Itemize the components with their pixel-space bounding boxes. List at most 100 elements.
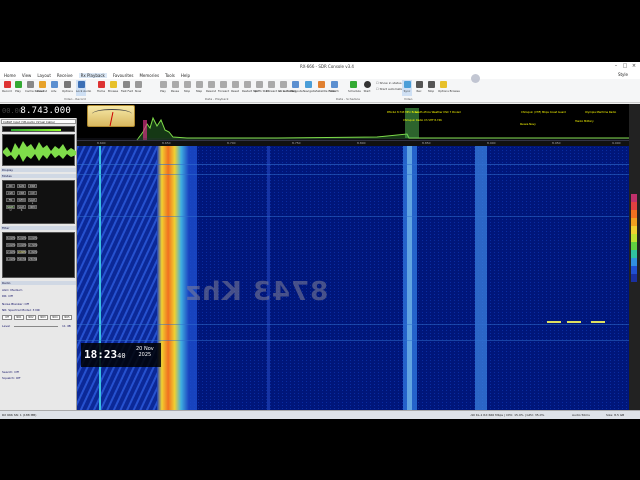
options-button[interactable]: Options bbox=[62, 80, 73, 96]
rewind-button[interactable]: Rewind bbox=[37, 80, 47, 96]
mode-sam-button[interactable]: SAM bbox=[17, 184, 26, 188]
nr-off-button[interactable]: Off bbox=[2, 315, 12, 320]
nr2-button[interactable]: NR2 bbox=[26, 315, 36, 320]
menu-receive[interactable]: Receive bbox=[57, 73, 73, 78]
slow-button[interactable]: Slow bbox=[133, 80, 143, 96]
nr1-button[interactable]: NR1 bbox=[14, 315, 24, 320]
filter-2-4k-button[interactable]: 2.4kHz bbox=[6, 250, 16, 254]
squelch-status[interactable]: Squelch: Off bbox=[2, 376, 20, 380]
mode-usb-button[interactable]: USB bbox=[17, 191, 26, 195]
spectrum-display[interactable]: RTA-SA 8.743 MHz Bravo South Africa Weat… bbox=[77, 104, 629, 141]
menu-memories[interactable]: Memories bbox=[139, 73, 159, 78]
pause-icon bbox=[171, 81, 179, 88]
navigator-button[interactable]: Navigator bbox=[303, 80, 317, 96]
menu-layout[interactable]: Layout bbox=[37, 73, 51, 78]
video-stop-button[interactable]: Stop bbox=[426, 80, 436, 96]
filter-3-6k-button[interactable]: 3.6kHz bbox=[6, 243, 16, 247]
filter-2-7k-button[interactable]: 2.7kHz bbox=[28, 243, 38, 247]
adv-button[interactable]: Adv. bbox=[49, 80, 59, 96]
color-level-scale[interactable] bbox=[629, 104, 640, 410]
filter-section-header[interactable]: Filter bbox=[1, 226, 76, 230]
filter-5k-button[interactable]: 5.0kHz bbox=[17, 236, 27, 240]
menu-home[interactable]: Home bbox=[4, 73, 16, 78]
mode-sam-u-button[interactable]: SAM-U bbox=[6, 205, 15, 212]
menu-help[interactable]: Help bbox=[181, 73, 190, 78]
compute-button[interactable]: Compute bbox=[290, 80, 303, 96]
satellite-editor-button[interactable]: Satellite Editor bbox=[316, 80, 337, 96]
home-button[interactable]: Home bbox=[96, 80, 106, 96]
filter-4k-button[interactable]: 4.0kHz bbox=[28, 236, 38, 240]
go-to-ending-button[interactable]: Go to Ending bbox=[278, 80, 296, 96]
record-button[interactable]: Record bbox=[2, 80, 12, 96]
pause-button[interactable]: Pause bbox=[170, 80, 180, 96]
agc-setting[interactable]: AGC: Medium bbox=[2, 288, 22, 292]
options-browse-button[interactable]: Options Browse bbox=[438, 80, 460, 96]
mode-sam-l-button[interactable]: SAM-L bbox=[28, 198, 37, 205]
noise-blanker-setting[interactable]: Noise Blanker: Off bbox=[2, 302, 29, 306]
spectrum-label-5[interactable]: Russia Navy bbox=[520, 123, 536, 126]
reset-button[interactable]: Reset bbox=[230, 80, 240, 96]
mode-drm-button[interactable]: DRM bbox=[28, 205, 37, 209]
mode-fm-button[interactable]: FM bbox=[6, 198, 15, 202]
mode-lsb-button[interactable]: LSB bbox=[6, 191, 15, 195]
spectrum-label-6[interactable]: Hanko Military bbox=[575, 120, 594, 123]
filter-250-button[interactable]: 250Hz bbox=[28, 257, 37, 261]
nr4-button[interactable]: NR4 bbox=[50, 315, 60, 320]
browse-button[interactable]: Browse bbox=[108, 80, 118, 96]
nr-setting[interactable]: NR: Spectral Model: 3 NR bbox=[2, 308, 40, 312]
mode-cw-button[interactable]: CW bbox=[28, 191, 37, 195]
start-button[interactable]: Start bbox=[362, 80, 372, 96]
minimize-icon[interactable]: – bbox=[612, 63, 620, 70]
search-button[interactable]: Search bbox=[329, 80, 339, 96]
spectrum-label-7[interactable]: Olympia Maritime Radio bbox=[585, 111, 616, 114]
lock-audio-button[interactable]: Lock Audio bbox=[76, 80, 91, 96]
go-to-start-button[interactable]: Go To Start bbox=[254, 80, 269, 96]
spectrum-label-3[interactable]: Chiloquin Radio Ch VHF 8.746 bbox=[403, 119, 442, 122]
search-status[interactable]: Search: Off bbox=[2, 370, 19, 374]
filter-2-2k-button[interactable]: 2.2kHz bbox=[17, 250, 27, 254]
radio-section-header[interactable]: Radio bbox=[1, 281, 76, 285]
audio-device-select[interactable]: CABLE Input (VB-Audio Virtual Cable) bbox=[1, 119, 76, 124]
nr3-button[interactable]: NR3 bbox=[38, 315, 48, 320]
schedule-button[interactable]: Schedule bbox=[348, 80, 361, 96]
spectrum-label-2[interactable]: South Africa Weather DSC 7 Pooled bbox=[415, 111, 461, 114]
filter-1-8k-button[interactable]: 1.8kHz bbox=[28, 250, 38, 254]
dr-setting[interactable]: DR: Off bbox=[2, 294, 13, 298]
restart-split-button[interactable]: Restart Split bbox=[242, 80, 259, 96]
adv-icon bbox=[50, 81, 58, 88]
filter-3k-button[interactable]: 3.0kHz bbox=[17, 243, 27, 247]
stop-button[interactable]: Stop bbox=[182, 80, 192, 96]
filter-1k-button[interactable]: 1.0kHz bbox=[6, 257, 16, 261]
menu-tools[interactable]: Tools bbox=[165, 73, 175, 78]
play-button[interactable]: Play bbox=[13, 80, 23, 96]
filter-500-button[interactable]: 500Hz bbox=[17, 257, 26, 261]
fast-fwd-button[interactable]: Fast Fwd bbox=[121, 80, 133, 96]
rec-button[interactable]: Rec bbox=[414, 80, 424, 96]
mode-sam-s-button[interactable]: SAM-S bbox=[17, 205, 26, 212]
waterfall-display[interactable]: 8743 Khz bbox=[77, 146, 629, 410]
forward-button[interactable]: Forward bbox=[218, 80, 229, 96]
mode-dsb-button[interactable]: DSB bbox=[28, 184, 37, 188]
maximize-icon[interactable]: □ bbox=[621, 63, 629, 70]
display-section-header[interactable]: Display bbox=[1, 168, 76, 172]
playback-play-button[interactable]: Play bbox=[158, 80, 168, 96]
close-icon[interactable]: × bbox=[630, 63, 638, 70]
menu-favourites[interactable]: Favourites bbox=[113, 73, 134, 78]
forward-10-button[interactable]: Forward 10 seconds bbox=[266, 80, 294, 96]
menu-rx-playback[interactable]: Rx Playback bbox=[78, 72, 107, 78]
cache-record-button[interactable]: Cache Record bbox=[25, 80, 44, 96]
playback-rewind-button[interactable]: Rewind bbox=[206, 80, 216, 96]
mode-wfm-button[interactable]: WFM bbox=[17, 198, 26, 202]
level-slider[interactable] bbox=[14, 326, 58, 327]
spectrum-label-4[interactable]: Chiloquin (VHF) Mbps Coast Guard bbox=[521, 111, 566, 114]
filter-6k-button[interactable]: 6.0kHz bbox=[6, 236, 16, 240]
modes-section-header[interactable]: Modes bbox=[1, 174, 76, 178]
menu-view[interactable]: View bbox=[22, 73, 32, 78]
style-menu[interactable]: Style bbox=[618, 72, 628, 77]
folder-icon bbox=[109, 81, 117, 88]
sync-button[interactable]: Sync bbox=[402, 80, 412, 96]
frequency-display[interactable]: 00.00 8.743.000 bbox=[0, 104, 77, 118]
mode-am-button[interactable]: AM bbox=[6, 184, 15, 188]
nr5-button[interactable]: NR5 bbox=[62, 315, 72, 320]
step-button[interactable]: Step bbox=[194, 80, 204, 96]
